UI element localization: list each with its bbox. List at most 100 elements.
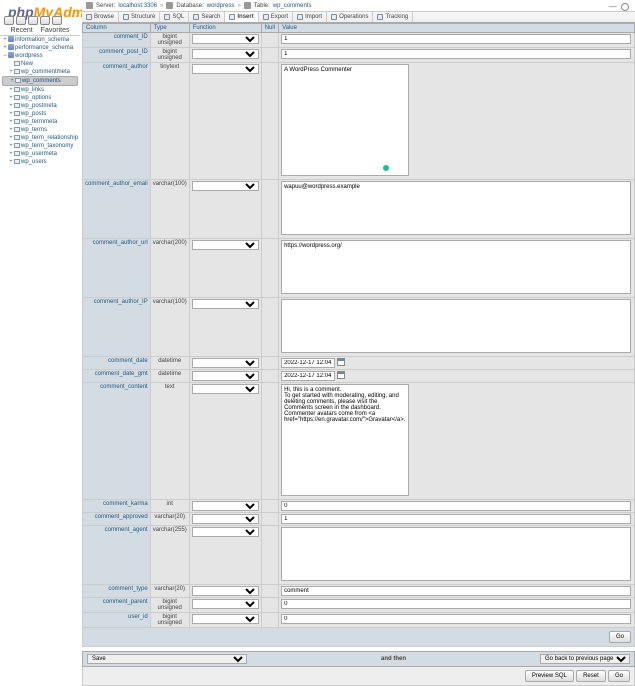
value-comment_type[interactable] — [281, 586, 631, 596]
tree-table-wp_users[interactable]: +wp_users — [2, 158, 78, 166]
tree-db-wordpress[interactable]: −wordpress — [2, 52, 78, 60]
calendar-icon[interactable] — [337, 371, 345, 379]
tree-table-wp_comments[interactable]: +wp_comments — [2, 76, 78, 86]
tab-favorites[interactable]: Favorites — [38, 26, 73, 35]
bc-tbl-link[interactable]: wp_comments — [273, 3, 312, 9]
bc-sep: » — [237, 3, 240, 9]
func-select-comment_approved[interactable] — [192, 514, 259, 524]
value-comment_date_gmt[interactable] — [281, 371, 335, 381]
export-icon — [263, 14, 269, 20]
null-cell — [261, 357, 278, 370]
page-settings-icon[interactable] — [621, 3, 629, 11]
tab-recent[interactable]: Recent — [8, 26, 36, 35]
tree-table-wp_terms[interactable]: +wp_terms — [2, 126, 78, 134]
value-user_id[interactable] — [281, 614, 631, 624]
coltype: varchar(20) — [150, 513, 189, 526]
coltype: bigint unsigned — [150, 48, 189, 63]
value-comment_author_url[interactable]: https://wordpress.org/ — [281, 240, 631, 294]
tree-table-wp_termmeta[interactable]: +wp_termmeta — [2, 118, 78, 126]
value-comment_date[interactable] — [281, 358, 335, 368]
null-cell — [261, 598, 278, 613]
func-select-comment_karma[interactable] — [192, 501, 259, 511]
coltype: bigint unsigned — [150, 598, 189, 613]
colname: comment_post_ID — [83, 48, 151, 63]
tree-db-performance_schema[interactable]: +performance_schema — [2, 44, 78, 52]
tree-table-wp_commentmeta[interactable]: +wp_commentmeta — [2, 68, 78, 76]
value-comment_parent[interactable] — [281, 599, 631, 609]
bc-db-link[interactable]: wordpress — [207, 3, 235, 9]
value-comment_approved[interactable] — [281, 514, 631, 524]
tab-search[interactable]: Search — [189, 12, 225, 22]
tree-table-wp_posts[interactable]: +wp_posts — [2, 110, 78, 118]
colname: comment_parent — [83, 598, 151, 613]
tab-export[interactable]: Export — [259, 12, 293, 22]
colname: comment_content — [83, 383, 151, 500]
tree-table-wp_term_taxonomy[interactable]: +wp_term_taxonomy — [2, 142, 78, 150]
value-comment_post_ID[interactable] — [281, 49, 631, 59]
func-select-comment_date[interactable] — [192, 358, 259, 368]
after-action-select[interactable]: Go back to previous page — [540, 654, 630, 664]
bc-server-link[interactable]: localhost:3306 — [118, 3, 157, 9]
func-select-comment_type[interactable] — [192, 586, 259, 596]
value-comment_agent[interactable] — [281, 527, 631, 581]
docs-icon[interactable] — [28, 16, 38, 25]
func-select-comment_author_url[interactable] — [192, 240, 259, 250]
func-select-comment_agent[interactable] — [192, 527, 259, 537]
tab-sql[interactable]: SQL — [160, 12, 189, 22]
tree-table-wp_options[interactable]: +wp_options — [2, 94, 78, 102]
tab-import[interactable]: Import — [293, 12, 327, 22]
colname: comment_agent — [83, 526, 151, 585]
func-select-comment_author_IP[interactable] — [192, 299, 259, 309]
save-mode-select[interactable]: Save — [87, 654, 247, 664]
coltype: datetime — [150, 370, 189, 383]
tree-table-wp_links[interactable]: +wp_links — [2, 86, 78, 94]
row-comment_parent: comment_parentbigint unsigned — [83, 598, 635, 613]
reset-button[interactable]: Reset — [576, 670, 606, 682]
tree-table-wp_usermeta[interactable]: +wp_usermeta — [2, 150, 78, 158]
grammarly-icon[interactable] — [382, 164, 390, 172]
reload-icon[interactable] — [52, 16, 62, 25]
preview-sql-button[interactable]: Preview SQL — [525, 670, 574, 682]
colname: user_id — [83, 613, 151, 628]
tab-browse[interactable]: Browse — [82, 12, 119, 22]
tree-new[interactable]: New — [2, 60, 78, 68]
tree-table-wp_term_relationships[interactable]: +wp_term_relationships — [2, 134, 78, 142]
th-value: Value — [279, 24, 635, 33]
tab-operations[interactable]: Operations — [327, 12, 373, 22]
calendar-icon[interactable] — [337, 358, 345, 366]
search-icon — [193, 14, 199, 20]
value-comment_author[interactable]: A WordPress Commenter — [281, 64, 409, 176]
value-comment_author_email[interactable]: wapuu@wordpress.example — [281, 181, 631, 235]
null-cell — [261, 500, 278, 513]
null-cell — [261, 383, 278, 500]
null-cell — [261, 526, 278, 585]
server-icon — [86, 2, 93, 9]
coltype: bigint unsigned — [150, 613, 189, 628]
logout-icon[interactable] — [16, 16, 26, 25]
value-comment_content[interactable]: Hi, this is a comment. To get started wi… — [281, 384, 409, 496]
func-select-comment_parent[interactable] — [192, 599, 259, 609]
tab-structure[interactable]: Structure — [119, 12, 160, 22]
func-select-comment_date_gmt[interactable] — [192, 371, 259, 381]
func-select-comment_content[interactable] — [192, 384, 259, 394]
value-comment_karma[interactable] — [281, 501, 631, 511]
tab-insert[interactable]: Insert — [225, 12, 258, 22]
colname: comment_ID — [83, 33, 151, 48]
func-select-comment_author_email[interactable] — [192, 181, 259, 191]
go-button-footer[interactable]: Go — [608, 670, 630, 682]
tree-table-wp_postmeta[interactable]: +wp_postmeta — [2, 102, 78, 110]
console-toggle[interactable]: — — [609, 2, 617, 11]
func-select-user_id[interactable] — [192, 614, 259, 624]
row-comment_author_IP: comment_author_IPvarchar(100) — [83, 298, 635, 357]
tree-db-information_schema[interactable]: +information_schema — [2, 36, 78, 44]
tab-tracking[interactable]: Tracking — [373, 12, 413, 22]
nav-settings-icon[interactable] — [40, 16, 50, 25]
home-icon[interactable] — [4, 16, 14, 25]
func-select-comment_author[interactable] — [192, 64, 259, 74]
func-select-comment_post_ID[interactable] — [192, 49, 259, 59]
value-comment_ID[interactable] — [281, 34, 631, 44]
go-button[interactable]: Go — [609, 631, 631, 643]
bc-db-label: Database: — [176, 3, 203, 9]
value-comment_author_IP[interactable] — [281, 299, 631, 353]
func-select-comment_ID[interactable] — [192, 34, 259, 44]
